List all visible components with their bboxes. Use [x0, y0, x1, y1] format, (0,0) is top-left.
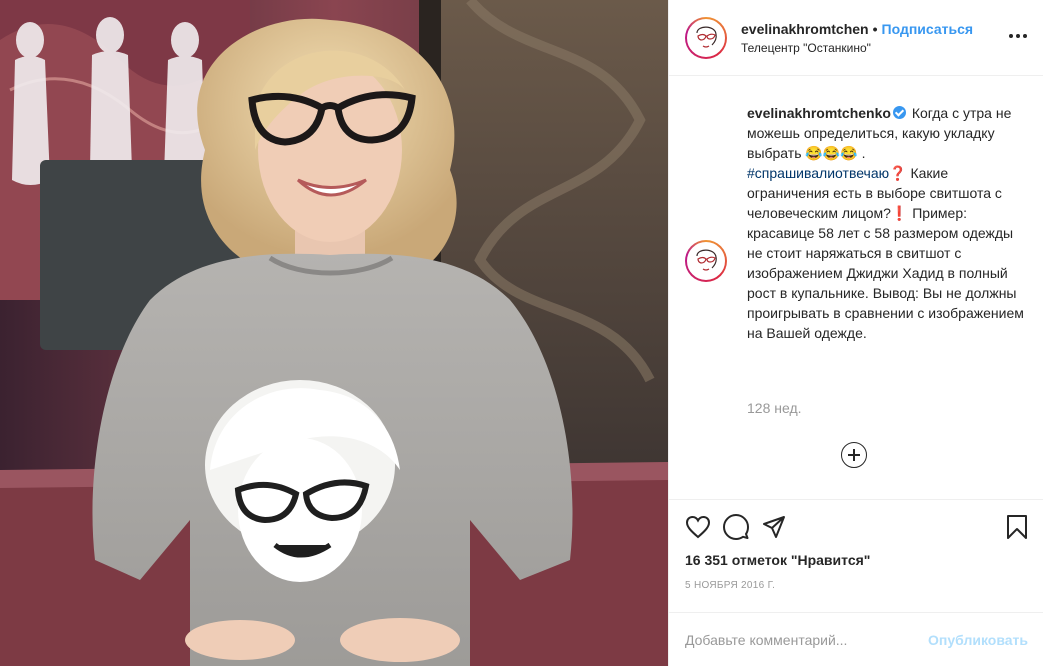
post-photo[interactable] [0, 0, 668, 666]
comments-area: evelinakhromtchenko Когда с утра не може… [669, 77, 1043, 499]
publish-button[interactable]: Опубликовать [928, 632, 1028, 648]
likes-count[interactable]: 16 351 отметок "Нравится" [685, 552, 870, 568]
avatar-image [687, 18, 725, 57]
post-actions: 16 351 отметок "Нравится" 5 НОЯБРЯ 2016 … [669, 499, 1043, 629]
author-avatar[interactable] [685, 16, 727, 59]
bookmark-icon[interactable] [1002, 512, 1032, 542]
avatar-sketch-icon [696, 249, 717, 271]
caption-hashtag[interactable]: #спрашивалиотвечаю [747, 165, 889, 181]
header-line: evelinakhromtchen • Подписаться [741, 21, 973, 37]
follow-button[interactable]: Подписаться [882, 21, 974, 37]
instagram-post: evelinakhromtchen • Подписаться Телецент… [0, 0, 1043, 666]
post-header: evelinakhromtchen • Подписаться Телецент… [669, 0, 1043, 76]
caption-author-avatar[interactable] [685, 240, 727, 282]
comment-bubble-icon[interactable] [721, 512, 751, 542]
caption-username[interactable]: evelinakhromtchenko [747, 105, 891, 121]
header-username[interactable]: evelinakhromtchen [741, 21, 869, 37]
header-separator: • [872, 20, 878, 37]
avatar-sketch-icon [696, 26, 717, 48]
post-side-panel: evelinakhromtchen • Подписаться Телецент… [668, 0, 1043, 666]
more-horizontal-icon[interactable] [1006, 24, 1030, 48]
verified-badge-icon [892, 106, 906, 119]
heart-icon[interactable] [683, 512, 713, 542]
header-text: evelinakhromtchen • Подписаться Телецент… [741, 21, 973, 55]
post-date[interactable]: 5 НОЯБРЯ 2016 Г. [685, 580, 775, 591]
caption-text-2: ❓ Какие ограничения есть в выборе свитшо… [747, 165, 1024, 341]
plus-circle-icon[interactable] [841, 442, 867, 468]
post-location[interactable]: Телецентр "Останкино" [741, 41, 973, 55]
paper-plane-icon[interactable] [759, 512, 789, 542]
add-comment-bar: Опубликовать [669, 612, 1043, 666]
photo-illustration [0, 0, 668, 666]
caption-time-ago[interactable]: 128 нед. [747, 400, 802, 416]
post-caption: evelinakhromtchenko Когда с утра не може… [747, 103, 1027, 343]
avatar-image [687, 242, 725, 280]
comment-input[interactable] [685, 631, 929, 648]
